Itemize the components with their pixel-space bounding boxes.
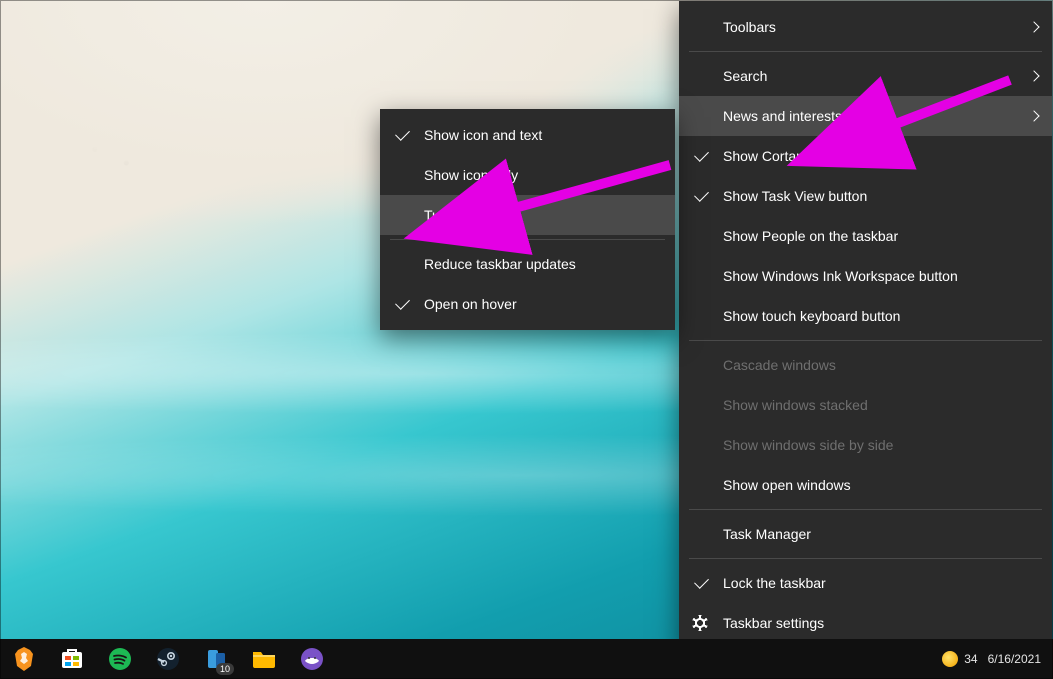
desktop: Toolbars Search News and interests Show … [0, 0, 1053, 679]
screenshot-frame [0, 0, 1053, 679]
